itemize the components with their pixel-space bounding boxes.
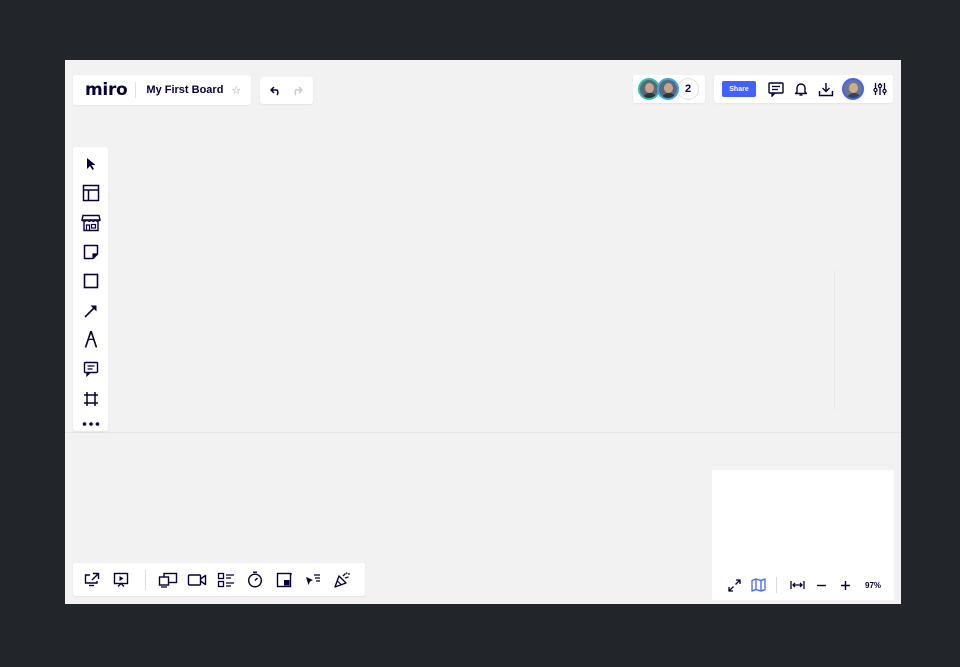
celebrate-button[interactable]	[332, 570, 352, 590]
frame-tool[interactable]	[80, 388, 102, 410]
arrow-icon	[83, 305, 97, 318]
marketplace-tool[interactable]	[80, 212, 102, 234]
cards-button[interactable]	[216, 570, 236, 590]
more-icon	[82, 422, 99, 426]
zoom-out-button[interactable]	[813, 577, 829, 593]
zoom-in-button[interactable]	[837, 577, 853, 593]
pen-icon	[84, 331, 97, 349]
connection-line-tool[interactable]	[80, 300, 102, 322]
comments-button[interactable]	[767, 80, 785, 98]
star-icon[interactable]: ☆	[231, 84, 241, 97]
pen-tool[interactable]	[80, 329, 102, 351]
fit-width-icon	[789, 581, 805, 589]
fullscreen-button[interactable]	[726, 577, 742, 593]
undo-button[interactable]	[268, 83, 284, 99]
divider	[135, 82, 137, 98]
fit-to-screen-button[interactable]	[789, 577, 805, 593]
cursor-follow-icon	[306, 573, 320, 585]
comment-tool[interactable]	[80, 358, 102, 380]
square-icon	[83, 273, 98, 289]
timer-button[interactable]	[245, 570, 265, 590]
comment-icon	[83, 362, 98, 378]
timer-icon	[247, 571, 263, 588]
share-screen-button[interactable]	[82, 570, 102, 590]
zoom-controls: 97%	[712, 570, 894, 600]
minimap[interactable]	[712, 470, 894, 570]
frame-icon	[83, 391, 98, 406]
embed-icon	[276, 572, 292, 587]
redo-icon	[294, 85, 303, 95]
avatar[interactable]	[657, 78, 679, 100]
canvas-guide-line	[834, 270, 835, 410]
screen-share-icon	[158, 572, 178, 588]
party-popper-icon	[334, 571, 350, 588]
download-icon	[818, 82, 834, 96]
undo-icon	[270, 85, 279, 95]
undo-redo-panel	[260, 77, 313, 104]
zoom-level[interactable]: 97%	[865, 581, 881, 590]
board-name[interactable]: My First Board	[146, 84, 223, 96]
notifications-button[interactable]	[792, 80, 810, 98]
comment-icon	[768, 81, 784, 97]
plus-icon	[840, 580, 850, 590]
store-icon	[80, 214, 101, 231]
video-camera-icon	[187, 573, 207, 586]
cards-icon	[217, 572, 234, 587]
more-tools-button[interactable]	[80, 417, 102, 431]
embed-button[interactable]	[274, 570, 294, 590]
board-canvas[interactable]: miro My First Board ☆ 2 Share 97%	[65, 60, 901, 604]
sticky-note-tool[interactable]	[80, 241, 102, 263]
miro-logo[interactable]: miro	[85, 80, 128, 100]
collaborators-panel[interactable]: 2	[633, 75, 705, 103]
divider	[145, 569, 146, 590]
creation-toolbar	[73, 147, 108, 431]
board-title-panel: miro My First Board ☆	[73, 75, 251, 105]
redo-button[interactable]	[289, 83, 305, 99]
collaboration-toolbar	[73, 563, 365, 596]
presentation-button[interactable]	[111, 570, 131, 590]
select-tool[interactable]	[80, 153, 102, 175]
top-actions-panel: Share	[714, 75, 893, 103]
sticky-note-icon	[83, 244, 98, 260]
cursor-icon	[86, 157, 95, 170]
sliders-icon	[873, 83, 887, 95]
user-avatar[interactable]	[842, 78, 864, 100]
canvas-guide-line	[65, 432, 901, 433]
bring-everyone-button[interactable]	[303, 570, 323, 590]
shape-tool[interactable]	[80, 270, 102, 292]
presentation-icon	[113, 572, 129, 587]
expand-icon	[727, 578, 741, 592]
external-share-icon	[84, 572, 100, 587]
map-toggle-button[interactable]	[750, 577, 766, 593]
video-call-button[interactable]	[187, 570, 207, 590]
settings-button[interactable]	[871, 80, 889, 98]
share-button[interactable]: Share	[722, 81, 756, 97]
screen-share-button[interactable]	[158, 570, 178, 590]
minus-icon	[816, 584, 826, 586]
export-button[interactable]	[817, 80, 835, 98]
map-icon	[750, 578, 766, 592]
templates-tool[interactable]	[80, 182, 102, 204]
collaborator-count[interactable]: 2	[677, 78, 699, 100]
template-icon	[82, 185, 99, 202]
divider	[776, 577, 777, 593]
bell-icon	[794, 82, 808, 96]
